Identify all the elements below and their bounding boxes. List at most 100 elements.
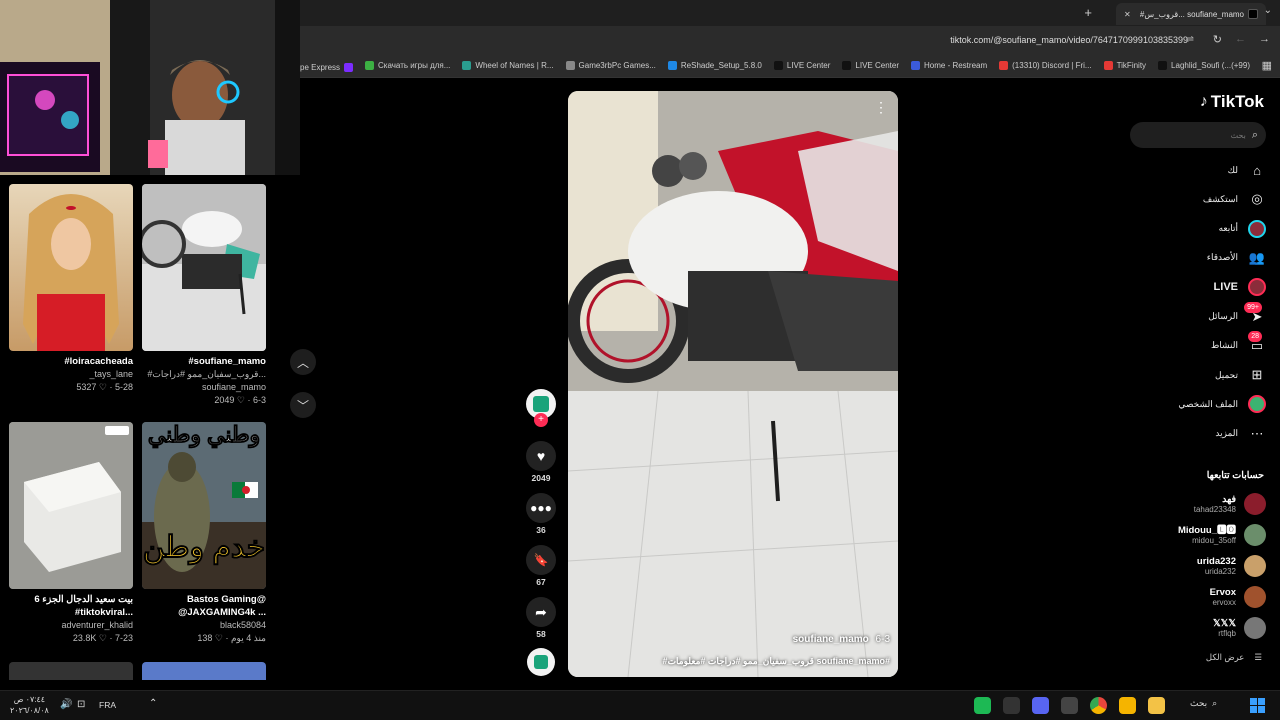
card-user[interactable]: adventurer_khalid	[9, 619, 133, 632]
card-subtitle[interactable]: #قروب_سفيان_ممو #دراجات...	[142, 368, 266, 381]
bookmark-item[interactable]: (13310) Discord | Fri...	[999, 61, 1092, 70]
avatar[interactable]	[1244, 586, 1266, 608]
bookmark-item[interactable]: Laghlid_Soufi (...(+99)	[1158, 61, 1250, 70]
avatar[interactable]	[1244, 617, 1266, 639]
bookmark-item[interactable]: Wheel of Names | R...	[462, 61, 554, 70]
close-tab-icon[interactable]: ✕	[1124, 10, 1131, 19]
nav-item-activity[interactable]: النشاط ▭ 28	[1211, 330, 1266, 355]
video-card[interactable]: #loiracacheada _tays_lane 5327 ♡ · 5-28	[9, 184, 133, 394]
following-account[interactable]: urida232 urida232	[1197, 555, 1266, 577]
avatar[interactable]	[1244, 555, 1266, 577]
nav-item-following[interactable]: أتابعه	[1219, 219, 1266, 238]
back-icon[interactable]: →	[1259, 33, 1270, 45]
network-icon[interactable]: ⊡	[77, 699, 85, 710]
bookmark-item[interactable]: Game3rbPc Games...	[565, 61, 656, 70]
bookmark-item[interactable]: LIVE Center	[773, 61, 830, 70]
following-account[interactable]: فهد tahad23348	[1194, 493, 1266, 515]
search-box[interactable]: بحث ⌕	[1130, 122, 1266, 148]
card-user[interactable]: black58084	[142, 619, 266, 632]
share-button[interactable]: ➦ 58	[525, 597, 557, 639]
following-account[interactable]: Ervox ervoxx	[1210, 586, 1266, 608]
next-video-button[interactable]: ﹀	[290, 392, 316, 418]
new-tab-button[interactable]: +	[1084, 5, 1092, 20]
comment-button[interactable]: ●●● 36	[525, 493, 557, 535]
card-user[interactable]: _tays_lane	[9, 368, 133, 381]
video-caption[interactable]: #قروب_سفيان_ممو #دراجات #معلومات soufian…	[663, 656, 890, 667]
tab-menu-chevron-icon[interactable]: ⌄	[1264, 5, 1272, 16]
bookmark-item[interactable]: TikFinity	[1103, 61, 1146, 70]
bookmark-item[interactable]: ReShade_Setup_5.8.0	[667, 61, 762, 70]
author-avatar-button[interactable]: +	[525, 389, 557, 427]
app-store-icon[interactable]	[1119, 697, 1136, 714]
taskbar-search[interactable]: بحث ⌕	[1190, 698, 1217, 709]
app-gamepad-icon[interactable]	[1061, 697, 1078, 714]
card-subtitle[interactable]: @JAXGAMING4k ...	[142, 606, 266, 619]
like-button[interactable]: ♥ 2049	[525, 441, 557, 483]
reload-icon[interactable]: ↻	[1213, 33, 1222, 46]
card-title[interactable]: Bastos Gaming@	[142, 593, 266, 606]
volume-icon[interactable]: 🔊	[60, 699, 72, 710]
follow-plus-icon[interactable]: +	[534, 413, 548, 427]
following-account[interactable]: Midouu_🅻🅾 midou_35off	[1178, 524, 1266, 546]
forward-icon[interactable]: ←	[1235, 33, 1246, 45]
nav-item-compass[interactable]: استكشف ◎	[1203, 190, 1266, 208]
heart-icon[interactable]: ♥	[526, 441, 556, 471]
save-button[interactable]: 🔖 67	[525, 545, 557, 587]
bookmark-item[interactable]: Home - Restream	[911, 61, 987, 70]
chrome-icon[interactable]	[1090, 697, 1107, 714]
search-placeholder[interactable]: بحث	[1231, 131, 1246, 140]
previous-video-button[interactable]: ︿	[290, 349, 316, 375]
search-icon[interactable]: ⌕	[1252, 129, 1258, 142]
card-title[interactable]: #soufiane_mamo	[142, 355, 266, 368]
card-user[interactable]: soufiane_mamo	[142, 381, 266, 394]
following-account[interactable]: 𝕏𝕏𝕏 rtflqb	[1213, 617, 1266, 639]
nav-item-live[interactable]: LIVE	[1214, 278, 1266, 297]
video-card[interactable]: وطني وطني خدم وطن Bastos Gaming@ @JAXGAM…	[142, 422, 266, 645]
music-disc-icon[interactable]	[527, 648, 555, 676]
avatar[interactable]	[1244, 524, 1266, 546]
nav-item-more[interactable]: المزيد ⋯	[1215, 425, 1266, 443]
apps-grid-icon[interactable]: ▦	[1262, 59, 1272, 72]
music-disc-button[interactable]	[525, 648, 557, 676]
nav-item-profile[interactable]: الملف الشخصي	[1178, 395, 1266, 414]
language-indicator[interactable]: FRA	[99, 700, 116, 710]
nav-item-messages[interactable]: الرسائل ➤ 99+	[1208, 301, 1266, 326]
video-player[interactable]: ⋮ soufiane_mamo 6-3 #قروب_سفيان_ممو #درا…	[568, 91, 898, 677]
bookmark-item[interactable]: LIVE Center	[842, 61, 899, 70]
app-font-icon[interactable]	[1003, 697, 1020, 714]
chevron-up-icon[interactable]: ⌃	[149, 698, 157, 709]
card-subtitle[interactable]: #tiktokviral...	[9, 606, 133, 619]
nav-item-upload[interactable]: تحميل ⊞	[1215, 366, 1266, 384]
video-card-partial[interactable]	[142, 662, 266, 680]
nav-item-home[interactable]: لك ⌂	[1228, 161, 1266, 179]
app-discord-icon[interactable]	[1032, 697, 1049, 714]
tiktok-logo[interactable]: ♪ TikTok	[1200, 92, 1264, 112]
windows-start-icon[interactable]	[1250, 698, 1265, 713]
bookmark-item[interactable]: pe Express	[300, 63, 354, 72]
bookmark-icon[interactable]: 🔖	[526, 545, 556, 575]
video-thumbnail[interactable]	[9, 184, 133, 351]
see-all-link[interactable]: عرض الكل ☰	[1206, 652, 1262, 663]
video-more-icon[interactable]: ⋮	[874, 99, 888, 116]
browser-tab[interactable]: #قروب_س... soufiane_mamo ✕	[1116, 3, 1266, 25]
see-all-label[interactable]: عرض الكل	[1206, 652, 1244, 663]
bookmark-item[interactable]: Скачать игры для...	[365, 61, 450, 70]
url-text[interactable]: tiktok.com/@soufiane_mamo/video/76471709…	[950, 35, 1188, 45]
comment-icon[interactable]: ●●●	[526, 493, 556, 523]
avatar[interactable]	[1244, 493, 1266, 515]
app-green-icon[interactable]	[974, 697, 991, 714]
tune-icon[interactable]: ⇌	[1186, 34, 1194, 45]
video-thumbnail[interactable]	[142, 184, 266, 351]
video-thumbnail[interactable]: وطني وطني خدم وطن	[142, 422, 266, 589]
clock[interactable]: ٠٧:٤٤ ص ٢٠٢٦/٠٨/٠٨	[10, 694, 49, 716]
file-explorer-icon[interactable]	[1148, 697, 1165, 714]
video-card[interactable]: بيت سعيد الدجال الجزء 6 #tiktokviral... …	[9, 422, 133, 645]
card-title[interactable]: #loiracacheada	[9, 355, 133, 368]
card-title[interactable]: بيت سعيد الدجال الجزء 6	[9, 593, 133, 606]
share-icon[interactable]: ➦	[526, 597, 556, 627]
video-card[interactable]: #soufiane_mamo #قروب_سفيان_ممو #دراجات..…	[142, 184, 266, 407]
nav-item-friends[interactable]: الأصدقاء 👥	[1207, 249, 1266, 267]
video-author[interactable]: soufiane_mamo	[793, 634, 869, 645]
avatar[interactable]: +	[526, 389, 556, 427]
video-thumbnail[interactable]	[9, 422, 133, 589]
